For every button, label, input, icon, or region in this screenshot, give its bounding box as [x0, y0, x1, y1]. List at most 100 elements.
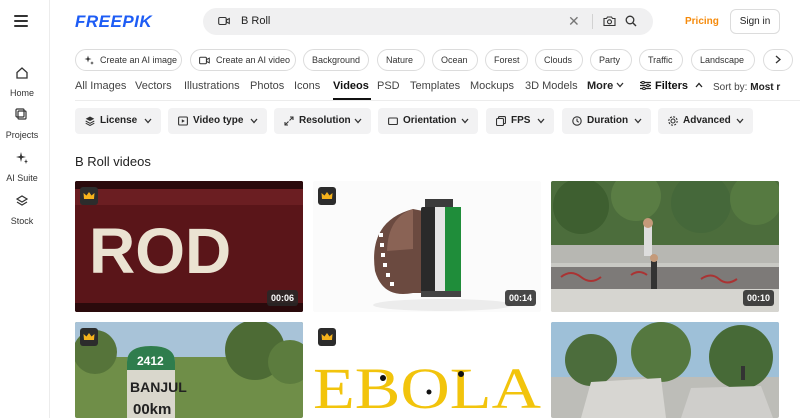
milestone-city-text: BANJUL: [130, 379, 187, 395]
video-thumbnail[interactable]: ROD 00:06: [75, 181, 303, 312]
sparkle-icon: [16, 152, 28, 164]
sidebar-item-label: Projects: [5, 130, 39, 140]
chip-clouds[interactable]: Clouds: [535, 49, 583, 71]
sidebar-item-label: Home: [9, 88, 34, 98]
camera-icon[interactable]: [603, 15, 616, 27]
advanced-icon: [668, 116, 678, 126]
video-duration: 00:06: [266, 290, 298, 306]
suggestion-chips: Create an AI image Create an AI video Ba…: [75, 49, 800, 71]
sidebar-item-label: AI Suite: [6, 173, 38, 183]
milestone-distance-text: 00km: [133, 401, 171, 418]
filter-resolution[interactable]: Resolution: [274, 108, 371, 134]
sidebar-item-projects[interactable]: Projects: [0, 108, 44, 143]
chevron-down-icon: [634, 118, 642, 124]
tab-illustrations[interactable]: Illustrations: [184, 80, 240, 92]
video-duration: 00:10: [742, 290, 774, 306]
tab-templates[interactable]: Templates: [410, 80, 460, 92]
video-thumbnail[interactable]: EBOLA: [313, 322, 541, 418]
duration-icon: [572, 116, 582, 126]
chip-forest[interactable]: Forest: [485, 49, 528, 71]
video-type-icon: [178, 116, 188, 126]
orientation-icon: [388, 117, 398, 126]
sidebar-item-home[interactable]: Home: [0, 66, 44, 101]
sort-by-control[interactable]: Sort by: Most r: [713, 82, 780, 93]
filters-toggle[interactable]: Filters: [640, 80, 703, 92]
video-preview-ebola: EBOLA: [313, 322, 541, 418]
premium-badge: [80, 328, 98, 346]
chips-next-button[interactable]: [763, 49, 793, 71]
crown-icon: [83, 192, 95, 199]
home-icon: [16, 67, 28, 79]
premium-badge: [318, 187, 336, 205]
tab-3d-models[interactable]: 3D Models: [525, 80, 578, 92]
tab-videos[interactable]: Videos: [333, 80, 369, 92]
tab-mockups[interactable]: Mockups: [470, 80, 514, 92]
search-bar[interactable]: B Roll ✕: [203, 8, 653, 35]
video-title-text: EBOLA: [313, 356, 541, 418]
ai-image-icon: [84, 55, 94, 65]
sidebar-item-label: Stock: [10, 216, 34, 226]
premium-badge: [318, 328, 336, 346]
stock-icon: [15, 195, 29, 206]
chip-background[interactable]: Background: [303, 49, 369, 71]
video-thumbnail[interactable]: 00:10: [551, 181, 779, 312]
filter-duration[interactable]: Duration: [562, 108, 651, 134]
search-input[interactable]: B Roll: [241, 15, 270, 27]
projects-icon: [15, 108, 27, 120]
sidebar-item-stock[interactable]: Stock: [0, 194, 44, 229]
chip-party[interactable]: Party: [590, 49, 632, 71]
search-divider: [592, 14, 593, 29]
tab-vectors[interactable]: Vectors: [135, 80, 172, 92]
crown-icon: [321, 333, 333, 340]
video-preview-banjul: 2412 BANJUL 00km: [75, 322, 303, 418]
milestone-number-text: 2412: [137, 354, 164, 368]
ai-video-icon: [199, 56, 210, 65]
tab-psd[interactable]: PSD: [377, 80, 400, 92]
filter-advanced[interactable]: Advanced: [658, 108, 753, 134]
chip-ocean[interactable]: Ocean: [432, 49, 478, 71]
video-thumbnail[interactable]: [551, 322, 779, 418]
filter-video-type[interactable]: Video type: [168, 108, 267, 134]
tab-all-images[interactable]: All Images: [75, 80, 126, 92]
chevron-down-icon: [144, 118, 152, 124]
pricing-link[interactable]: Pricing: [685, 16, 719, 27]
chevron-up-icon: [695, 82, 703, 88]
filter-license[interactable]: License: [75, 108, 161, 134]
video-duration: 00:14: [504, 290, 536, 306]
menu-icon[interactable]: [14, 15, 28, 27]
chip-landscape[interactable]: Landscape: [691, 49, 755, 71]
chip-create-ai-video[interactable]: Create an AI video: [190, 49, 296, 71]
chip-create-ai-image[interactable]: Create an AI image: [75, 49, 182, 71]
sign-in-button[interactable]: Sign in: [730, 9, 780, 34]
tab-icons[interactable]: Icons: [294, 80, 320, 92]
filter-fps[interactable]: FPS: [486, 108, 554, 134]
search-icon[interactable]: [625, 15, 637, 27]
license-icon: [85, 116, 95, 126]
tab-photos[interactable]: Photos: [250, 80, 284, 92]
crown-icon: [321, 192, 333, 199]
video-type-icon[interactable]: [218, 16, 230, 26]
sidebar: Home Projects AI Suite Stock: [0, 0, 50, 418]
sidebar-item-ai-suite[interactable]: AI Suite: [0, 151, 44, 186]
clear-icon[interactable]: ✕: [568, 14, 580, 28]
tab-more[interactable]: More: [587, 80, 624, 92]
sort-by-value: Most r: [750, 82, 781, 93]
premium-badge: [80, 187, 98, 205]
chevron-down-icon: [461, 118, 469, 124]
chevron-right-icon: [775, 55, 781, 64]
tabs-divider: [75, 100, 800, 101]
chevron-down-icon: [354, 118, 362, 124]
freepik-logo[interactable]: FREEPIK: [75, 12, 152, 32]
chevron-down-icon: [250, 118, 258, 124]
chevron-down-icon: [736, 118, 744, 124]
crown-icon: [83, 333, 95, 340]
video-thumbnail[interactable]: 2412 BANJUL 00km: [75, 322, 303, 418]
filter-orientation[interactable]: Orientation: [378, 108, 478, 134]
video-thumbnail[interactable]: 00:14: [313, 181, 541, 312]
chip-traffic[interactable]: Traffic: [639, 49, 683, 71]
chevron-down-icon: [616, 82, 624, 88]
chevron-down-icon: [537, 118, 545, 124]
video-preview-skatepark-2: [551, 322, 779, 418]
filters-icon: [640, 80, 651, 91]
chip-nature[interactable]: Nature: [377, 49, 425, 71]
